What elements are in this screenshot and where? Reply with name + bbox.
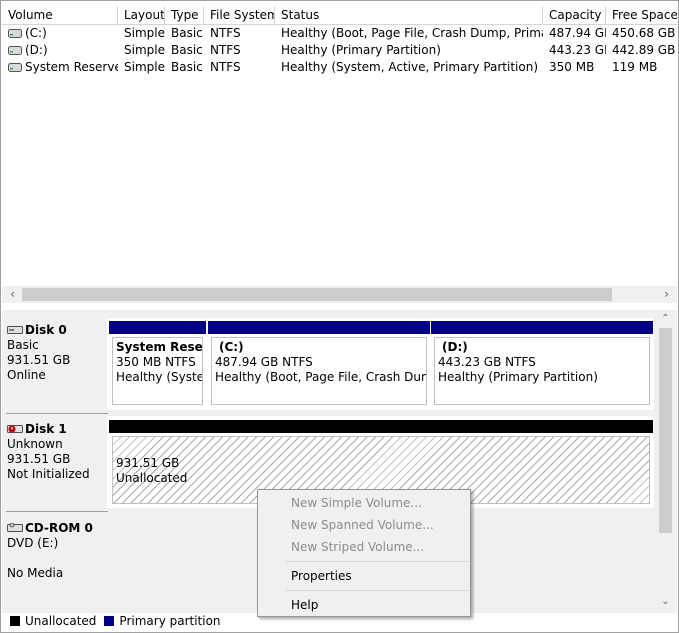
disk-size: 931.51 GB xyxy=(7,353,71,367)
context-menu: New Simple Volume... New Spanned Volume.… xyxy=(257,489,471,617)
disk-type: DVD (E:) xyxy=(7,536,59,550)
volume-type: Basic xyxy=(171,43,203,57)
disk-name: CD-ROM 0 xyxy=(25,521,93,535)
divider xyxy=(6,413,108,414)
column-header-file-system[interactable]: File System xyxy=(204,6,275,24)
disk-name: Disk 1 xyxy=(25,422,67,436)
volume-capacity: 443.23 GB xyxy=(549,43,606,57)
menu-item-new-spanned-volume[interactable]: New Spanned Volume... xyxy=(291,514,434,536)
partition-status: Healthy (Boot, Page File, Crash Dump, F xyxy=(215,370,426,384)
cdrom-0-info[interactable]: CD-ROM 0 DVD (E:) No Media xyxy=(7,521,107,581)
menu-separator xyxy=(286,590,469,591)
partition-c[interactable]: (C:) 487.94 GB NTFS Healthy (Boot, Page … xyxy=(208,321,430,408)
disk-0-info[interactable]: Disk 0 Basic 931.51 GB Online xyxy=(7,323,107,383)
scrollbar-thumb[interactable] xyxy=(22,288,612,301)
menu-item-new-striped-volume[interactable]: New Striped Volume... xyxy=(291,536,424,558)
disk-state: Online xyxy=(7,368,46,382)
chevron-right-icon[interactable]: › xyxy=(658,286,675,303)
volume-name: System Reserved xyxy=(25,60,118,74)
volume-file-system: NTFS xyxy=(210,26,241,40)
disk-management-window: Volume Layout Type File System Status Ca… xyxy=(0,0,679,633)
legend-label: Primary partition xyxy=(119,614,221,628)
chevron-up-icon[interactable]: ⌃ xyxy=(657,310,674,327)
disk-type: Basic xyxy=(7,338,39,352)
volume-row[interactable]: (C:) Simple Basic NTFS Healthy (Boot, Pa… xyxy=(2,25,677,42)
disk-name: Disk 0 xyxy=(25,323,67,337)
legend-label: Unallocated xyxy=(25,614,97,628)
partition-name: (D:) xyxy=(442,340,468,354)
volume-name: (C:) xyxy=(25,26,47,40)
column-header-layout[interactable]: Layout xyxy=(118,6,165,24)
partition-d[interactable]: (D:) 443.23 GB NTFS Healthy (Primary Par… xyxy=(431,321,653,408)
menu-item-help[interactable]: Help xyxy=(291,594,318,616)
volume-free-space: 450.68 GB xyxy=(612,26,676,40)
partition-size: 443.23 GB NTFS xyxy=(438,355,536,369)
volume-row[interactable]: (D:) Simple Basic NTFS Healthy (Primary … xyxy=(2,42,677,59)
divider xyxy=(6,511,108,512)
disk-warning-icon xyxy=(7,423,23,433)
volume-status: Healthy (Boot, Page File, Crash Dump, Pr… xyxy=(281,26,543,40)
partition-status: Healthy (Primary Partition) xyxy=(438,370,598,384)
disk-state: No Media xyxy=(7,566,64,580)
partition-size: 487.94 GB NTFS xyxy=(215,355,313,369)
menu-item-properties[interactable]: Properties xyxy=(291,565,352,587)
volume-free-space: 442.89 GB xyxy=(612,43,676,57)
volume-layout: Simple xyxy=(124,26,165,40)
partition-system-reserved[interactable]: System Reserv 350 MB NTFS Healthy (Syste… xyxy=(109,321,206,408)
chevron-down-icon[interactable]: ⌄ xyxy=(657,593,674,610)
horizontal-scrollbar[interactable]: ‹ › xyxy=(2,286,677,303)
volume-status: Healthy (System, Active, Primary Partiti… xyxy=(281,60,539,74)
partition-size: 350 MB NTFS xyxy=(116,355,196,369)
menu-item-new-simple-volume[interactable]: New Simple Volume... xyxy=(291,492,422,514)
volume-name: (D:) xyxy=(25,43,48,57)
vertical-scrollbar[interactable]: ⌃ ⌄ xyxy=(657,310,674,613)
menu-separator xyxy=(286,561,469,562)
chevron-left-icon[interactable]: ‹ xyxy=(4,286,21,303)
volume-type: Basic xyxy=(171,26,203,40)
legend-swatch xyxy=(10,616,20,626)
volume-file-system: NTFS xyxy=(210,60,241,74)
volume-row[interactable]: System Reserved Simple Basic NTFS Health… xyxy=(2,59,677,76)
volume-free-space: 119 MB xyxy=(612,60,658,74)
column-header-status[interactable]: Status xyxy=(275,6,543,24)
drive-icon xyxy=(8,26,22,38)
column-header-volume[interactable]: Volume xyxy=(2,6,118,24)
disk-1-info[interactable]: Disk 1 Unknown 931.51 GB Not Initialized xyxy=(7,422,107,482)
drive-icon xyxy=(8,60,22,72)
column-header-type[interactable]: Type xyxy=(165,6,204,24)
volume-file-system: NTFS xyxy=(210,43,241,57)
volume-capacity: 350 MB xyxy=(549,60,595,74)
cd-drive-icon xyxy=(7,522,23,532)
volume-capacity: 487.94 GB xyxy=(549,26,606,40)
volume-list: Volume Layout Type File System Status Ca… xyxy=(2,2,677,302)
partition-size: 931.51 GB xyxy=(116,456,180,470)
disk-icon xyxy=(7,324,23,334)
partition-status: Unallocated xyxy=(116,471,188,485)
disk-size: 931.51 GB xyxy=(7,452,71,466)
volume-type: Basic xyxy=(171,60,203,74)
drive-icon xyxy=(8,43,22,55)
disk-type: Unknown xyxy=(7,437,63,451)
partition-name: (C:) xyxy=(219,340,244,354)
disk-state: Not Initialized xyxy=(7,467,90,481)
volume-status: Healthy (Primary Partition) xyxy=(281,43,441,57)
volume-layout: Simple xyxy=(124,60,165,74)
column-header-free-space[interactable]: Free Space xyxy=(606,6,677,24)
volume-layout: Simple xyxy=(124,43,165,57)
scrollbar-thumb[interactable] xyxy=(659,328,672,533)
volume-list-header: Volume Layout Type File System Status Ca… xyxy=(2,6,677,25)
partition-status: Healthy (System xyxy=(116,370,202,384)
column-header-capacity[interactable]: Capacity xyxy=(543,6,606,24)
partition-name: System Reserv xyxy=(116,340,203,354)
legend-swatch xyxy=(104,616,115,626)
